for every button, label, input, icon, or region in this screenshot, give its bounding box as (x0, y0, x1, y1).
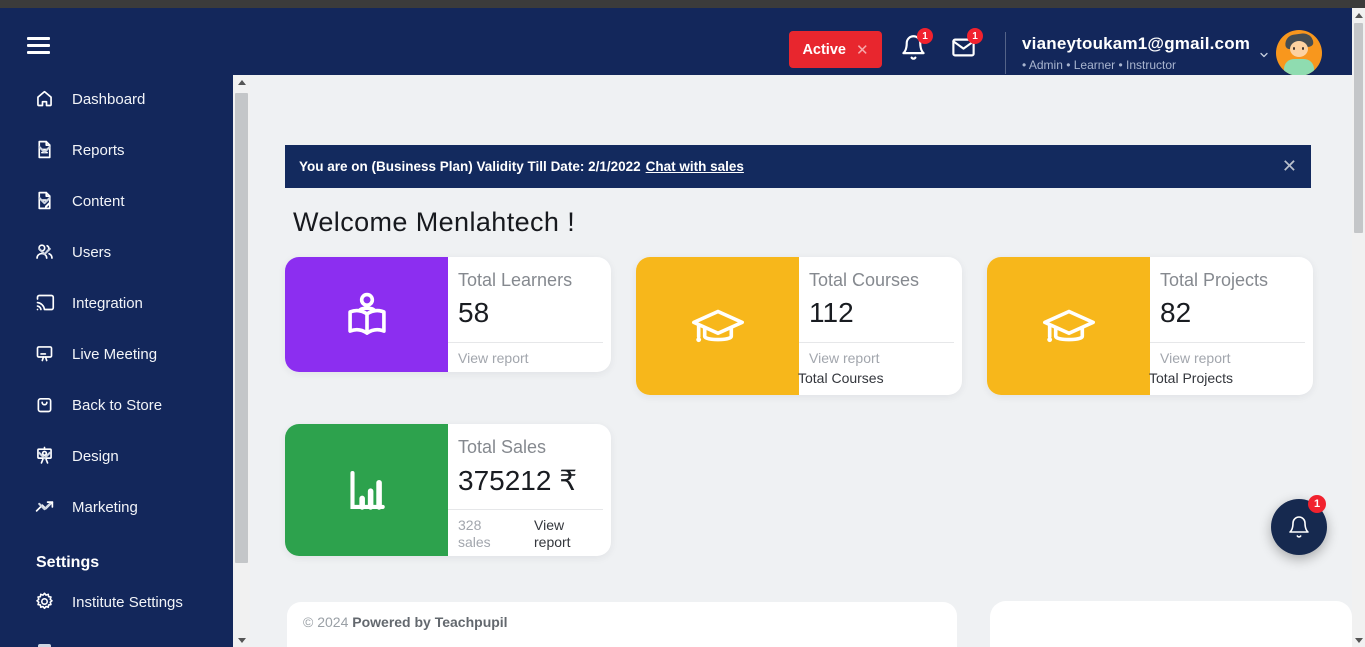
copyright-year: © 2024 (303, 614, 349, 630)
sidebar-item-marketing[interactable]: Marketing (0, 494, 233, 522)
sidebar-item-dashboard[interactable]: Dashboard (0, 86, 233, 114)
integration-icon (36, 294, 55, 311)
chevron-down-icon (38, 451, 51, 460)
sidebar-item-label: Reports (72, 142, 125, 159)
plan-banner-text: You are on (Business Plan) Validity Till… (299, 159, 641, 174)
total-courses-card: Total Courses 112 View report Total Cour… (636, 257, 962, 395)
view-report-link[interactable]: View report (1160, 350, 1305, 367)
scroll-down-arrow[interactable] (1352, 633, 1365, 647)
learners-accent-block (285, 257, 448, 372)
footer-panel-right (990, 601, 1352, 647)
gear-icon (36, 592, 53, 610)
browser-chrome-strip (0, 0, 1365, 8)
scroll-down-arrow[interactable] (233, 633, 250, 647)
chevron-down-icon (38, 502, 51, 511)
hamburger-menu-icon[interactable] (27, 37, 50, 54)
sidebar-item-back-to-store[interactable]: Back to Store (0, 392, 233, 420)
message-badge: 1 (967, 28, 983, 44)
top-navbar: Active ✕ 1 1 vianeytoukam1@gmail.com • A… (0, 8, 1352, 76)
card-value: 82 (1160, 297, 1192, 328)
card-footer: 328 sales View report (448, 509, 603, 551)
sidebar-item-label: Institute Settings (72, 594, 183, 611)
notifications-button[interactable]: 1 (900, 28, 933, 68)
main-content: You are on (Business Plan) Validity Till… (250, 75, 1352, 647)
learners-book-icon (347, 292, 386, 335)
user-email: vianeytoukam1@gmail.com (1022, 34, 1251, 53)
bar-chart-icon (349, 471, 385, 510)
sidebar-item-label: Users (72, 244, 112, 261)
card-footer: View report (448, 342, 603, 367)
active-label: Active (802, 41, 846, 58)
banner-close-icon[interactable]: ✕ (1282, 156, 1297, 177)
card-footer-label: Total Projects (1149, 369, 1234, 386)
active-status-button[interactable]: Active ✕ (789, 31, 882, 68)
card-footer: View report Total Courses (798, 342, 954, 387)
card-value: 58 (458, 297, 490, 328)
graduation-cap-icon (1042, 309, 1095, 343)
total-projects-card: Total Projects 82 View report Total Proj… (987, 257, 1313, 395)
notification-badge: 1 (917, 28, 933, 44)
sidebar-item-users[interactable]: Users (0, 239, 233, 267)
total-sales-card: Total Sales 375212 ₹ 328 sales View repo… (285, 424, 611, 556)
settings-section-heading: Settings (36, 554, 100, 571)
chat-with-sales-link[interactable]: Chat with sales (646, 159, 744, 174)
sidebar-item-integration[interactable]: Integration (0, 290, 233, 318)
sales-accent-block (285, 424, 448, 556)
projects-accent-block (987, 257, 1150, 395)
card-title: Total Courses (809, 270, 920, 290)
sidebar-item-label: Live Meeting (72, 346, 158, 363)
courses-accent-block (636, 257, 799, 395)
sidebar-item-reports[interactable]: Reports (0, 137, 233, 165)
chevron-down-icon (38, 145, 51, 154)
sidebar-item-label: Design (72, 448, 119, 465)
store-bag-icon (37, 397, 52, 413)
sidebar-nav: Dashboard Reports Content Users Integrat… (0, 75, 233, 647)
view-report-link[interactable]: View report (534, 517, 590, 551)
sidebar-item-label: Dashboard (72, 91, 146, 108)
sidebar-scrollbar-thumb[interactable] (235, 93, 248, 563)
chevron-down-icon[interactable] (1257, 48, 1271, 66)
user-roles: • Admin • Learner • Instructor (1022, 58, 1177, 72)
sidebar-item-label: Back to Store (72, 397, 163, 414)
user-menu[interactable]: vianeytoukam1@gmail.com • Admin • Learne… (1022, 34, 1250, 72)
sales-count: 328 sales (458, 517, 491, 550)
avatar[interactable] (1276, 30, 1322, 76)
welcome-heading: Welcome Menlahtech ! (293, 207, 576, 237)
header-divider (1005, 32, 1006, 74)
page-scrollbar-thumb[interactable] (1354, 23, 1363, 233)
sidebar-item-design[interactable]: Design (0, 443, 233, 471)
bell-icon (1289, 516, 1309, 538)
footer-panel: © 2024 Powered by Teachpupil (287, 602, 957, 647)
chevron-down-icon (38, 247, 51, 256)
graduation-cap-icon (691, 309, 744, 343)
card-title: Total Sales (458, 437, 547, 457)
scroll-up-arrow[interactable] (233, 75, 250, 89)
sidebar-scrollbar[interactable] (233, 75, 250, 647)
sidebar-item-label: Integration (72, 295, 143, 312)
page-scrollbar[interactable] (1352, 8, 1365, 647)
powered-by: Powered by Teachpupil (352, 614, 508, 630)
card-value: 112 (809, 297, 854, 328)
sidebar-item-label: Marketing (72, 499, 138, 516)
sidebar-item-live-meeting[interactable]: Live Meeting (0, 341, 233, 369)
chevron-down-icon (38, 196, 51, 205)
total-learners-card: Total Learners 58 View report (285, 257, 611, 372)
messages-button[interactable]: 1 (950, 28, 983, 68)
card-title: Total Learners (458, 270, 573, 290)
view-report-link[interactable]: View report (458, 350, 603, 367)
card-footer-label: Total Courses (798, 369, 884, 386)
card-footer: View report Total Projects (1149, 342, 1305, 387)
sidebar-item-content[interactable]: Content (0, 188, 233, 216)
card-value: 375212 ₹ (458, 465, 578, 496)
floating-bell-badge: 1 (1308, 495, 1326, 513)
close-icon[interactable]: ✕ (856, 41, 869, 59)
sidebar-item-label: Content (72, 193, 125, 210)
live-meeting-icon (36, 346, 53, 362)
scroll-up-arrow[interactable] (1352, 8, 1365, 22)
view-report-link[interactable]: View report (809, 350, 954, 367)
home-icon (37, 90, 52, 107)
sidebar-item-institute-settings[interactable]: Institute Settings (0, 589, 233, 617)
card-title: Total Projects (1160, 270, 1269, 290)
plan-banner: You are on (Business Plan) Validity Till… (285, 145, 1311, 188)
